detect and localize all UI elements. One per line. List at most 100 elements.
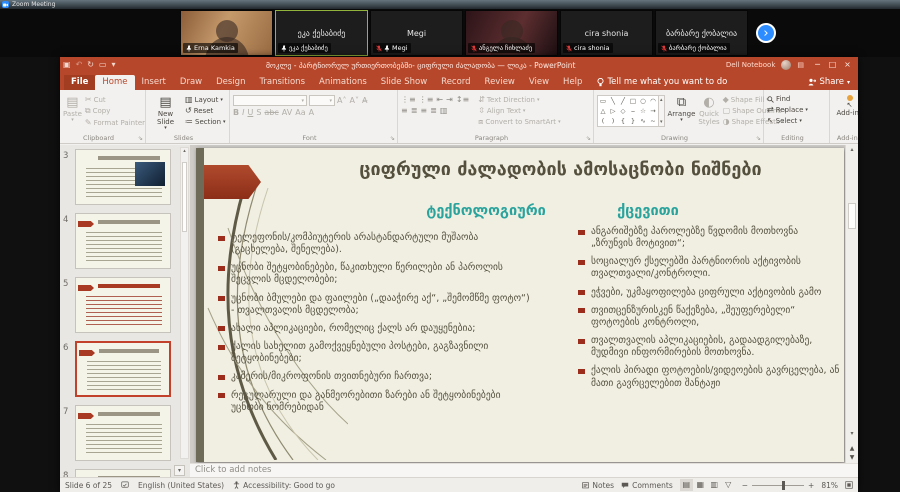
shape-cell[interactable]: → xyxy=(650,107,655,115)
ribbon-tab[interactable]: Insert xyxy=(135,75,173,90)
find-button[interactable]: Find xyxy=(767,95,808,103)
align-left-button[interactable]: ≡ xyxy=(401,106,408,115)
redo-icon[interactable]: ↻ xyxy=(87,58,94,72)
thumbnail-panel-collapse-button[interactable]: ▾ xyxy=(174,465,185,476)
shape-cell[interactable]: ▷ xyxy=(611,107,616,115)
shape-cell[interactable]: ( xyxy=(602,117,605,125)
align-center-button[interactable]: ≣ xyxy=(411,106,418,115)
account-name[interactable]: Dell Notebook xyxy=(726,61,775,69)
bullet-column-technological[interactable]: ტელეფონის/კომპიუტერის არასტანდარტული მუშ… xyxy=(218,232,532,420)
close-button[interactable]: × xyxy=(840,58,855,72)
shape-cell[interactable]: □ xyxy=(630,97,636,105)
accessibility-indicator[interactable]: Accessibility: Good to go xyxy=(233,481,335,490)
change-case-button[interactable]: Aa xyxy=(295,108,305,117)
font-size-combo[interactable]: ▾ xyxy=(309,95,335,106)
shadow-button[interactable]: S xyxy=(256,108,261,117)
arrange-button[interactable]: ⧉ Arrange ▾ xyxy=(668,93,696,124)
shrink-font-button[interactable]: A˅ xyxy=(349,96,358,105)
zoom-level[interactable]: 81% xyxy=(821,481,838,490)
minimize-button[interactable]: ─ xyxy=(810,58,825,72)
next-slide-button[interactable]: ▼ xyxy=(850,454,855,461)
italic-button[interactable]: I xyxy=(242,108,244,117)
fit-slide-button[interactable] xyxy=(845,481,853,489)
shape-cell[interactable]: ◇ xyxy=(621,107,626,115)
shape-cell[interactable]: ~ xyxy=(650,117,655,125)
ribbon-tab[interactable]: View xyxy=(522,75,556,90)
undo-icon[interactable]: ↶ xyxy=(76,58,83,72)
text-direction-button[interactable]: ⇵Text Direction▾ xyxy=(478,95,560,104)
scroll-thumb[interactable] xyxy=(848,203,856,229)
slide-thumbnail-preview[interactable] xyxy=(75,469,171,477)
replace-button[interactable]: ⇄Replace▾ xyxy=(767,105,808,114)
ribbon-tab[interactable]: Home xyxy=(95,75,134,90)
bullets-button[interactable]: ⋮≡ xyxy=(401,95,416,104)
ribbon-display-options-icon[interactable]: ▤ xyxy=(797,61,804,69)
slide-thumbnail[interactable]: 6 xyxy=(60,341,178,401)
slide-canvas[interactable]: ციფრული ძალადობის ამოსაცნობი ნიშნები ტექ… xyxy=(196,148,844,462)
ribbon-tab[interactable]: Transitions xyxy=(252,75,312,90)
ribbon-tab[interactable]: Design xyxy=(209,75,252,90)
shape-cell[interactable]: △ xyxy=(601,107,606,115)
restore-button[interactable]: □ xyxy=(825,58,840,72)
zoom-in-button[interactable]: + xyxy=(808,481,814,490)
slide-thumbnail-preview[interactable] xyxy=(75,341,171,397)
slide-thumbnail-preview[interactable] xyxy=(75,213,171,269)
scroll-up-icon[interactable]: ▴ xyxy=(846,146,858,153)
align-right-button[interactable]: ≡ xyxy=(420,106,427,115)
zoom-out-button[interactable]: − xyxy=(742,481,748,490)
shape-scroll-down-icon[interactable]: ▾ xyxy=(660,119,663,125)
shape-cell[interactable]: } xyxy=(631,117,635,125)
strikethrough-button[interactable]: abc xyxy=(264,108,278,117)
slide-indicator[interactable]: Slide 6 of 25 xyxy=(65,481,112,490)
participant-tile[interactable]: ბარბარე ქობალია ბარბარე ქობალია xyxy=(655,10,748,56)
start-slideshow-icon[interactable]: ▭ xyxy=(99,58,107,72)
decrease-indent-button[interactable]: ⇤ xyxy=(436,95,443,104)
shape-cell[interactable]: ☆ xyxy=(640,107,646,115)
ribbon-tab[interactable]: Help xyxy=(556,75,589,90)
account-avatar[interactable] xyxy=(781,60,791,70)
shape-cell[interactable]: ▭ xyxy=(600,97,606,105)
shape-scroll-up-icon[interactable]: ▴ xyxy=(660,97,663,103)
ribbon-tab[interactable]: Slide Show xyxy=(374,75,434,90)
slide-vertical-scrollbar[interactable]: ▴ ▾ ▲ ▼ xyxy=(845,145,858,463)
shape-cell[interactable]: { xyxy=(621,117,625,125)
drawing-dialog-launcher[interactable]: ⇘ xyxy=(756,135,761,142)
slide-thumbnail-preview[interactable] xyxy=(75,277,171,333)
ribbon-tab[interactable]: Review xyxy=(478,75,522,90)
new-slide-button[interactable]: ▤ New Slide ▾ xyxy=(149,93,182,132)
slideshow-view-button[interactable]: ▽ xyxy=(722,479,735,491)
scroll-down-icon[interactable]: ▾ xyxy=(846,430,858,437)
previous-slide-button[interactable]: ▲ xyxy=(850,445,855,452)
copy-button[interactable]: ⧉Copy xyxy=(85,106,145,116)
section-button[interactable]: ≔Section▾ xyxy=(185,117,226,126)
zoom-slider-thumb[interactable] xyxy=(782,481,785,490)
column-header-technological[interactable]: ტექნოლოგიური xyxy=(366,203,606,219)
format-painter-button[interactable]: ✎Format Painter xyxy=(85,118,145,127)
slide-thumbnail-preview[interactable] xyxy=(75,149,171,205)
align-text-button[interactable]: ⇳Align Text▾ xyxy=(478,106,560,115)
ribbon-tab[interactable]: Record xyxy=(434,75,477,90)
shape-cell[interactable]: ◠ xyxy=(650,97,656,105)
font-color-button[interactable]: A xyxy=(309,108,314,117)
notes-pane[interactable]: Click to add notes xyxy=(190,463,858,477)
clipboard-dialog-launcher[interactable]: ⇘ xyxy=(138,135,143,142)
language-indicator[interactable]: English (United States) xyxy=(138,481,224,490)
clear-formatting-button[interactable]: A̶ xyxy=(362,96,367,105)
participant-tile[interactable]: cira shonia cira shonia xyxy=(560,10,653,56)
reading-view-button[interactable]: ▥ xyxy=(708,479,721,491)
shape-cell[interactable]: ∿ xyxy=(640,117,645,125)
next-participants-button[interactable]: › xyxy=(756,23,776,43)
participant-tile[interactable]: Megi Megi xyxy=(370,10,463,56)
ribbon-tab[interactable]: File xyxy=(64,75,95,90)
save-icon[interactable]: ▣ xyxy=(63,58,71,72)
shape-cell[interactable]: ╲ xyxy=(611,97,615,105)
slide-thumbnail[interactable]: 5 xyxy=(60,277,178,337)
ribbon-tab[interactable]: Draw xyxy=(173,75,209,90)
participant-tile[interactable]: Erna Kamkia Erna Kamkia xyxy=(180,10,273,56)
shape-cell[interactable]: ) xyxy=(612,117,615,125)
slide-title[interactable]: ციფრული ძალადობის ამოსაცნობი ნიშნები xyxy=(291,159,830,180)
thumb-scroll-up-icon[interactable]: ▴ xyxy=(181,148,188,154)
slide-thumbnail-preview[interactable] xyxy=(75,405,171,461)
character-spacing-button[interactable]: AV xyxy=(282,108,292,117)
bold-button[interactable]: B xyxy=(233,108,239,117)
